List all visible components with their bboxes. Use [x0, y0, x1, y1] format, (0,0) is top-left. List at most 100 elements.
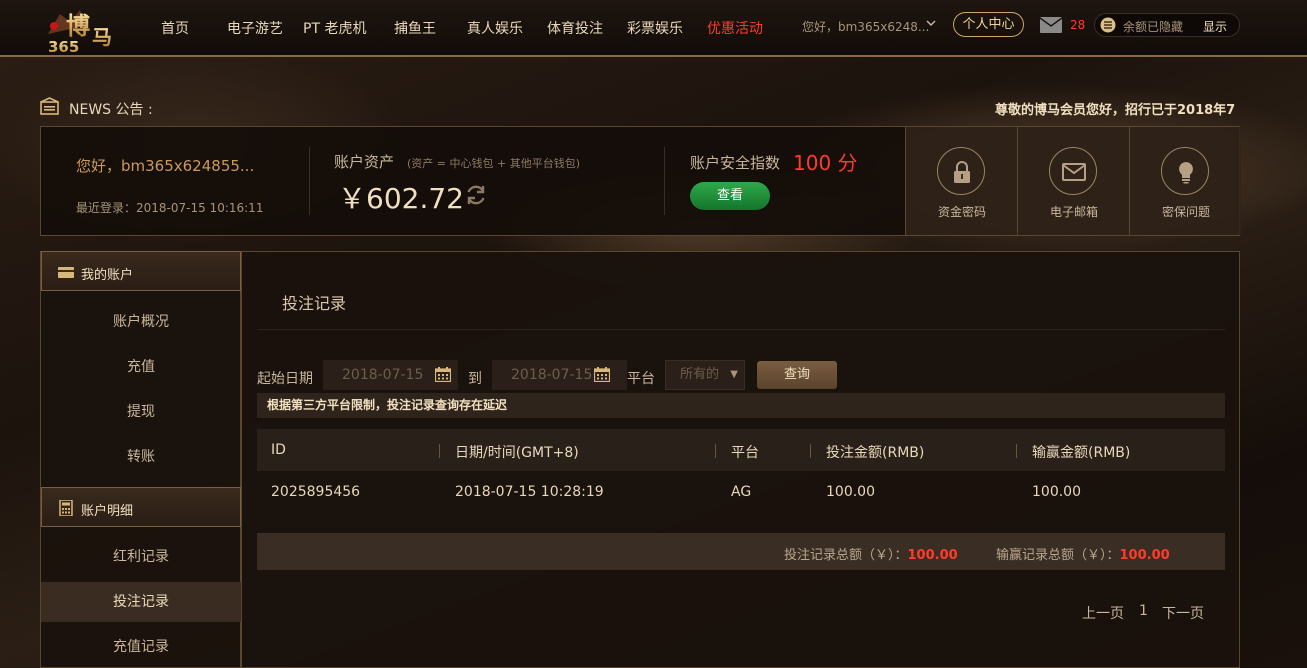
coin-icon — [1100, 17, 1116, 33]
tile-label: 电子邮箱 — [1049, 205, 1098, 219]
column-divider — [439, 444, 440, 458]
dropdown-arrow-icon: ▼ — [730, 369, 738, 380]
tile-label: 密保问题 — [1161, 205, 1210, 219]
user-greeting[interactable]: 您好，bm365x6248... — [802, 18, 929, 35]
divider — [309, 147, 310, 215]
table-cell: 2025895456 — [271, 484, 361, 500]
sidebar-section-label: 我的账户 — [81, 268, 134, 283]
total-bet: 投注记录总额（￥）：100.00 — [784, 544, 958, 563]
account-greeting: 您好，bm365x624855... — [76, 157, 255, 175]
svg-text:马: 马 — [92, 25, 112, 49]
mail-count-badge: 28 — [1070, 18, 1086, 32]
lock-icon — [954, 161, 970, 183]
query-button[interactable]: 查询 — [757, 361, 837, 389]
nav-pt-slots[interactable]: PT 老虎机 — [303, 18, 366, 38]
total-win: 输赢记录总额（￥）：100.00 — [996, 544, 1170, 563]
column-header: 日期/时间(GMT+8) — [455, 445, 579, 461]
tile-circle — [937, 147, 985, 195]
column-divider — [1016, 444, 1017, 458]
table-header: ID 日期/时间(GMT+8) 平台 投注金额(RMB) 输赢金额(RMB) — [257, 429, 1225, 471]
card-icon — [58, 267, 74, 278]
security-score: 100 分 — [793, 151, 858, 175]
total-bet-label: 投注记录总额（￥）： — [784, 548, 908, 563]
asset-title: 账户资产 — [334, 153, 395, 171]
nav-home[interactable]: 首页 — [161, 18, 189, 38]
column-header: 平台 — [731, 445, 759, 461]
tile-circle — [1161, 147, 1209, 195]
sidebar-item-deposit-records[interactable]: 充值记录 — [41, 627, 241, 667]
to-label: 到 — [468, 371, 482, 387]
top-nav: 博 马 365 首页 电子游艺 PT 老虎机 捕鱼王 真人娱乐 体育投注 彩票娱… — [0, 0, 1307, 57]
show-balance-button[interactable]: 显示 — [1203, 18, 1227, 35]
user-center-button[interactable]: 个人中心 — [953, 12, 1024, 37]
nav-fishing[interactable]: 捕鱼王 — [394, 18, 436, 38]
logo[interactable]: 博 马 365 — [40, 4, 132, 54]
tile-email[interactable]: 电子邮箱 — [1017, 127, 1129, 235]
sidebar-item-transfer[interactable]: 转账 — [41, 437, 241, 477]
svg-text:博: 博 — [66, 11, 90, 40]
next-page-link[interactable]: 下一页 — [1162, 603, 1204, 623]
sidebar-item-withdraw[interactable]: 提现 — [41, 392, 241, 432]
account-summary: 您好，bm365x624855... 最近登录：2018-07-15 10:16… — [40, 126, 1241, 236]
asset-note: (资产 = 中心钱包 + 其他平台钱包) — [407, 157, 581, 170]
tile-security-question[interactable]: 密保问题 — [1129, 127, 1241, 235]
nav-live-casino[interactable]: 真人娱乐 — [467, 18, 523, 38]
table-cell: AG — [731, 484, 752, 500]
column-divider — [715, 444, 716, 458]
page-title: 投注记录 — [282, 294, 347, 313]
chevron-down-icon[interactable] — [925, 17, 937, 29]
news-label: NEWS 公告 : — [69, 102, 153, 118]
balance-hidden-text: 余额已隐藏 — [1123, 20, 1184, 34]
main-panel: 投注记录 起始日期 到 平台 所有的 ▼ 查询 根据第三方平台限制，投注记录查询… — [241, 251, 1240, 668]
sidebar-item-overview[interactable]: 账户概况 — [41, 302, 241, 342]
start-date-label: 起始日期 — [257, 371, 313, 387]
divider — [664, 147, 665, 215]
platform-select-value: 所有的 — [680, 367, 720, 382]
sidebar-item-deposit[interactable]: 充值 — [41, 347, 241, 387]
table-cell: 100.00 — [826, 484, 875, 500]
calendar-icon[interactable] — [435, 367, 451, 382]
column-header: 输赢金额(RMB) — [1032, 445, 1131, 461]
balance-box: 余额已隐藏 显示 — [1094, 13, 1240, 37]
table-cell: 2018-07-15 10:28:19 — [455, 484, 604, 500]
total-win-value: 100.00 — [1119, 548, 1170, 563]
lightbulb-icon — [1179, 162, 1193, 184]
platform-label: 平台 — [627, 371, 655, 387]
tile-circle — [1049, 147, 1097, 195]
delay-notice: 根据第三方平台限制，投注记录查询存在延迟 — [257, 393, 1225, 418]
envelope-icon — [1062, 163, 1086, 181]
page-number[interactable]: 1 — [1139, 603, 1148, 619]
nav-egames[interactable]: 电子游艺 — [227, 18, 283, 38]
svg-text:365: 365 — [48, 38, 79, 54]
refresh-icon[interactable] — [464, 183, 488, 207]
tile-label: 资金密码 — [937, 205, 986, 219]
sidebar-section-label: 账户明细 — [81, 504, 134, 519]
platform-select[interactable]: 所有的 ▼ — [665, 360, 745, 390]
nav-sports[interactable]: 体育投注 — [547, 18, 603, 38]
prev-page-link[interactable]: 上一页 — [1082, 603, 1124, 623]
news-icon — [40, 97, 59, 115]
column-divider — [810, 444, 811, 458]
total-bet-value: 100.00 — [907, 548, 958, 563]
total-win-label: 输赢记录总额（￥）： — [996, 548, 1120, 563]
table-cell: 100.00 — [1032, 484, 1081, 500]
totals-bar: 投注记录总额（￥）：100.00 输赢记录总额（￥）：100.00 — [257, 533, 1225, 570]
sidebar-item-bet-records[interactable]: 投注记录 — [41, 582, 241, 622]
last-login: 最近登录：2018-07-15 10:16:11 — [76, 201, 264, 215]
column-header: 投注金额(RMB) — [826, 445, 925, 461]
sidebar-item-bonus-records[interactable]: 红利记录 — [41, 537, 241, 577]
calculator-icon — [59, 500, 73, 516]
asset-amount: ￥602.72 — [338, 182, 464, 215]
mail-icon[interactable] — [1040, 17, 1062, 33]
sidebar-section-my-account[interactable]: 我的账户 — [41, 251, 241, 291]
security-title: 账户安全指数 — [690, 154, 781, 172]
nav-promotions[interactable]: 优惠活动 — [707, 18, 763, 38]
tile-fund-password[interactable]: 资金密码 — [905, 127, 1017, 235]
divider — [257, 329, 1225, 330]
sidebar-section-account-details[interactable]: 账户明细 — [41, 487, 241, 527]
nav-lottery[interactable]: 彩票娱乐 — [627, 18, 683, 38]
calendar-icon[interactable] — [594, 367, 610, 382]
column-header: ID — [271, 442, 286, 458]
news-ticker[interactable]: 尊敬的博马会员您好，招行已于2018年7 — [995, 99, 1240, 118]
view-security-button[interactable]: 查看 — [690, 182, 770, 210]
